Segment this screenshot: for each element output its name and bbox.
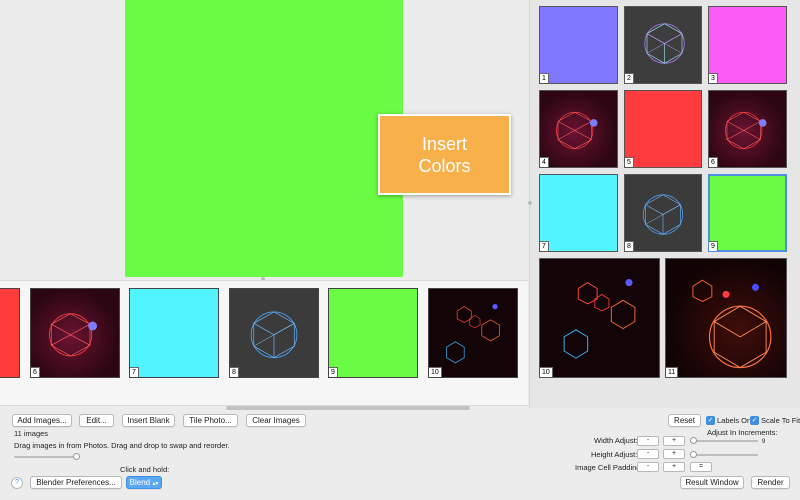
grid-cell[interactable]: 10 — [539, 258, 660, 378]
increment-slider[interactable] — [690, 437, 758, 444]
height-adjust-label: Height Adjust: — [591, 450, 638, 459]
geo-blue-dark-artwork — [625, 175, 701, 251]
grid-cell[interactable]: 1 — [539, 6, 618, 84]
grid-cell[interactable]: 7 — [539, 174, 618, 252]
reset-button[interactable]: Reset — [668, 414, 701, 427]
result-window-button[interactable]: Result Window — [680, 476, 744, 489]
grid-cell-number: 4 — [540, 157, 549, 167]
blend-label: Blend — [129, 478, 151, 487]
thumbnail-strip[interactable]: 6 7 8 9 10 — [0, 280, 528, 406]
geo-red-sphere-artwork — [31, 289, 119, 377]
strip-item-number: 9 — [329, 367, 338, 377]
image-count: 11 images — [14, 429, 49, 438]
width-minus-button[interactable]: - — [637, 436, 659, 446]
padding-equal-button[interactable]: = — [690, 462, 712, 472]
horizontal-scrollbar[interactable] — [226, 406, 470, 410]
scale-to-fit-label: Scale To Fit — [761, 416, 800, 425]
width-plus-button[interactable]: + — [663, 436, 685, 446]
grid-panel: 1 2 3 4 5 6 7 8 9 10 11 — [529, 0, 800, 408]
padding-plus-button[interactable]: + — [663, 462, 685, 472]
geo-multi-artwork — [540, 259, 659, 377]
slider-knob[interactable] — [73, 453, 80, 460]
insert-colors-label-2: Colors — [418, 155, 471, 176]
vertical-splitter-handle[interactable] — [528, 201, 532, 205]
grid-cell[interactable]: 8 — [624, 174, 702, 252]
height-plus-button[interactable]: + — [663, 449, 685, 459]
geo-multi-artwork — [429, 289, 517, 377]
add-images-button[interactable]: Add Images... — [12, 414, 72, 427]
strip-item[interactable] — [0, 288, 20, 378]
strip-item-number: 7 — [130, 367, 139, 377]
grid-cell[interactable]: 5 — [624, 90, 702, 168]
preview-canvas — [125, 0, 403, 277]
thumbnail-size-slider[interactable] — [14, 453, 80, 460]
edit-button[interactable]: Edit... — [79, 414, 114, 427]
render-button[interactable]: Render — [751, 476, 790, 489]
strip-item[interactable]: 6 — [30, 288, 120, 378]
labels-on-checkbox[interactable]: ✓ — [706, 416, 715, 425]
grid-cell-number: 1 — [540, 73, 549, 83]
grid-cell-number: 9 — [709, 241, 718, 251]
grid-cell-number: 2 — [625, 73, 634, 83]
grid-cell-number: 6 — [709, 157, 718, 167]
grid-cell-selected[interactable]: 9 — [708, 174, 787, 252]
insert-colors-button[interactable]: Insert Colors — [378, 114, 511, 195]
labels-on-label: Labels On — [717, 416, 752, 425]
strip-item[interactable]: 8 — [229, 288, 319, 378]
increment-value: 9 — [762, 439, 766, 445]
geo-cyan-sphere-artwork — [625, 7, 701, 83]
strip-item[interactable]: 9 — [328, 288, 418, 378]
strip-item-number: 10 — [429, 367, 442, 377]
blender-preferences-button[interactable]: Blender Preferences... — [30, 476, 122, 489]
geo-orange-artwork — [666, 259, 786, 377]
tile-photo-button[interactable]: Tile Photo... — [183, 414, 238, 427]
adjust-increments-label: Adjust In Increments: — [707, 428, 778, 437]
drag-hint: Drag images in from Photos. Drag and dro… — [14, 441, 230, 450]
strip-item[interactable]: 7 — [129, 288, 219, 378]
grid-cell[interactable]: 11 — [665, 258, 787, 378]
grid-cell-number: 3 — [709, 73, 718, 83]
strip-item[interactable]: 10 — [428, 288, 518, 378]
grid-cell-number: 7 — [540, 241, 549, 251]
help-button[interactable]: ? — [11, 477, 23, 489]
strip-item-number: 8 — [230, 367, 239, 377]
insert-blank-button[interactable]: Insert Blank — [122, 414, 175, 427]
increment-slider-2[interactable] — [690, 451, 758, 458]
grid-cell[interactable]: 3 — [708, 6, 787, 84]
grid-cell[interactable]: 2 — [624, 6, 702, 84]
height-minus-button[interactable]: - — [637, 449, 659, 459]
slider-knob[interactable] — [690, 437, 697, 444]
grid-cell[interactable]: 6 — [708, 90, 787, 168]
grid-cell-number: 10 — [540, 367, 553, 377]
padding-minus-button[interactable]: - — [637, 462, 659, 472]
strip-item-number: 6 — [31, 367, 40, 377]
popup-arrows-icon: ▴▾ — [152, 481, 159, 487]
insert-colors-label-1: Insert — [421, 133, 467, 154]
blend-popup-button[interactable]: Blend ▴▾ — [126, 476, 162, 489]
grid-cell-number: 8 — [625, 241, 634, 251]
cell-padding-label: Image Cell Padding: — [575, 463, 643, 472]
geo-red-sphere-artwork — [540, 91, 617, 167]
clear-images-button[interactable]: Clear Images — [246, 414, 306, 427]
width-adjust-label: Width Adjust: — [594, 436, 638, 445]
grid-cell[interactable]: 4 — [539, 90, 618, 168]
grid-cell-number: 11 — [666, 367, 679, 377]
click-and-hold-label: Click and hold: — [120, 465, 170, 474]
geo-red-sphere-artwork — [709, 91, 786, 167]
geo-blue-dark-artwork — [230, 289, 318, 377]
scale-to-fit-checkbox[interactable]: ✓ — [750, 416, 759, 425]
slider-knob[interactable] — [690, 451, 697, 458]
grid-cell-number: 5 — [625, 157, 634, 167]
